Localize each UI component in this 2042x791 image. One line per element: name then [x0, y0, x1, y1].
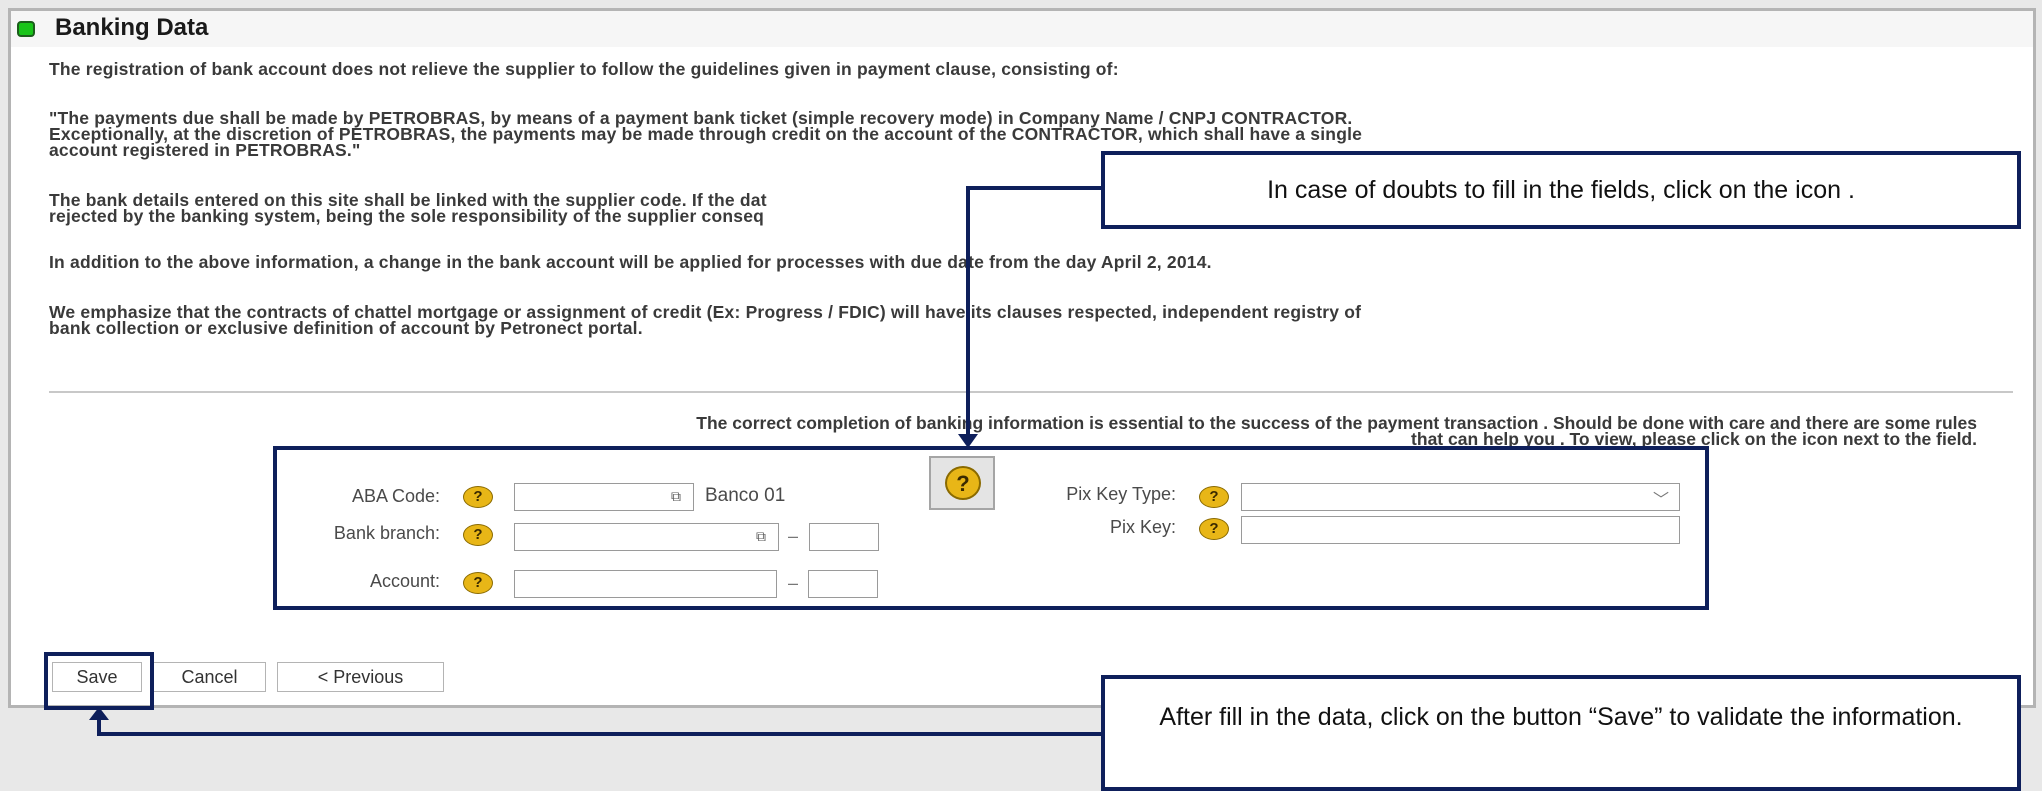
account-input[interactable] [514, 570, 777, 598]
bank-branch-separator: – [788, 526, 799, 546]
account-help-icon[interactable] [463, 572, 493, 594]
bank-branch-lookup-icon[interactable]: ⧉ [756, 528, 774, 544]
save-callout-connector-h [97, 732, 1103, 736]
cancel-button[interactable]: Cancel [153, 662, 266, 692]
pix-key-help-icon[interactable] [1199, 518, 1229, 540]
general-help-button[interactable] [929, 456, 995, 510]
pix-key-label: Pix Key: [1109, 517, 1176, 537]
pix-key-input[interactable] [1241, 516, 1680, 544]
pix-key-type-select[interactable]: ﹀ [1241, 483, 1680, 511]
bank-details-text: The bank details entered on this site sh… [49, 190, 767, 226]
bank-branch-label: Bank branch: [333, 523, 440, 543]
account-separator: – [788, 573, 799, 593]
previous-button[interactable]: < Previous [277, 662, 444, 692]
completion-note-text: The correct completion of banking inform… [696, 413, 1977, 449]
guideline-intro-text: The registration of bank account does no… [49, 59, 1119, 79]
help-callout-connector-h [966, 186, 1103, 190]
bank-name-text: Banco 01 [705, 485, 786, 506]
help-icon-callout: In case of doubts to fill in the fields,… [1101, 151, 2021, 229]
help-callout-connector-v [966, 186, 970, 440]
save-callout: After fill in the data, click on the but… [1101, 675, 2021, 791]
bank-branch-digit-input[interactable] [809, 523, 879, 551]
section-divider [49, 391, 2013, 393]
pix-key-type-help-icon[interactable] [1199, 486, 1229, 508]
help-callout-arrowhead [958, 434, 978, 448]
aba-code-input[interactable]: ⧉ [514, 483, 694, 511]
save-callout-arrowhead [89, 707, 109, 720]
contracts-text: We emphasize that the contracts of chatt… [49, 302, 1362, 338]
aba-code-lookup-icon[interactable]: ⧉ [671, 488, 689, 504]
bank-change-text: In addition to the above information, a … [49, 252, 1212, 272]
general-help-icon [945, 466, 981, 500]
aba-code-help-icon[interactable] [463, 486, 493, 508]
panel-header: Banking Data [11, 11, 2033, 47]
aba-code-label: ABA Code: [351, 486, 440, 506]
account-label: Account: [369, 571, 440, 591]
save-button-highlight [44, 652, 154, 710]
account-digit-input[interactable] [808, 570, 878, 598]
bank-branch-input[interactable]: ⧉ [514, 523, 779, 551]
status-led-icon [17, 21, 35, 37]
chevron-down-icon[interactable]: ﹀ [1653, 486, 1669, 510]
bank-branch-help-icon[interactable] [463, 524, 493, 546]
page-title: Banking Data [55, 14, 209, 41]
pix-key-type-label: Pix Key Type: [1066, 484, 1176, 504]
